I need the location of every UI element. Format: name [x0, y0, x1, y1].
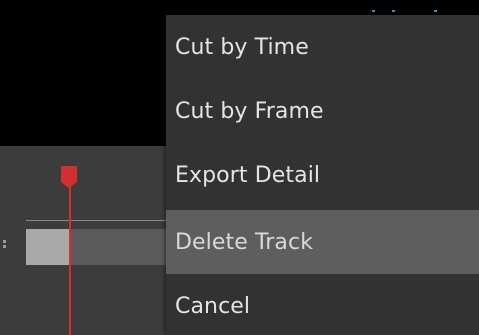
preview-pixel: [392, 10, 395, 12]
preview-pixel: [372, 10, 375, 12]
context-menu: Cut by Time Cut by Frame Export Detail D…: [166, 15, 479, 335]
menu-item-cancel[interactable]: Cancel: [166, 274, 479, 335]
menu-item-cut-by-time[interactable]: Cut by Time: [166, 15, 479, 79]
video-editor-window: Cut by Time Cut by Frame Export Detail D…: [0, 0, 479, 335]
menu-item-label: Delete Track: [175, 229, 314, 255]
playhead-marker-icon[interactable]: [59, 165, 79, 189]
playhead-line[interactable]: [69, 186, 71, 335]
track-clip-selection[interactable]: [26, 229, 70, 265]
track-resize-handle[interactable]: [3, 240, 6, 243]
menu-item-delete-track[interactable]: Delete Track: [166, 210, 479, 274]
preview-pixel: [434, 10, 437, 12]
menu-item-cut-by-frame[interactable]: Cut by Frame: [166, 79, 479, 143]
menu-item-label: Export Detail: [175, 162, 321, 188]
menu-item-label: Cut by Time: [175, 34, 309, 60]
menu-item-export-detail[interactable]: Export Detail: [166, 143, 479, 207]
menu-item-label: Cut by Frame: [175, 98, 324, 124]
track-ruler-line: [26, 220, 176, 221]
menu-item-label: Cancel: [175, 293, 251, 319]
